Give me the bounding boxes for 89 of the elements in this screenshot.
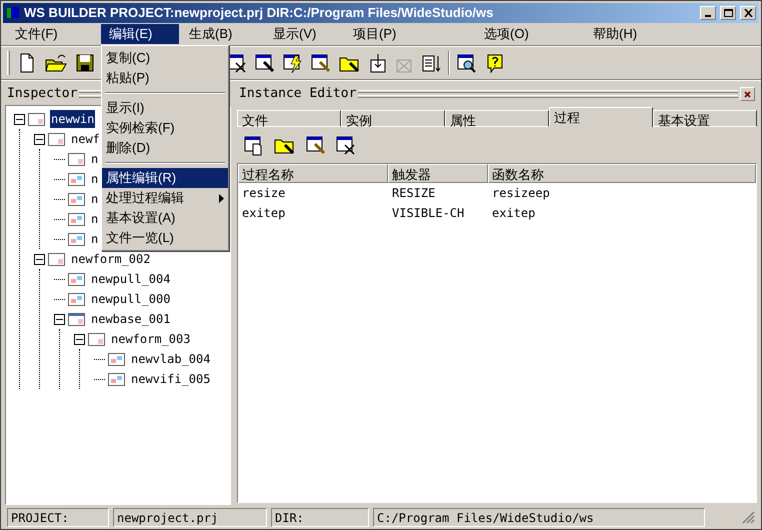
window-title: WS BUILDER PROJECT:newproject.prj DIR:C:/Program Files/WideStudio/ws <box>24 4 494 22</box>
menu-item[interactable]: 帮助(H) <box>585 24 646 44</box>
tree-item[interactable]: newf <box>70 130 101 148</box>
window-edit-icon[interactable] <box>305 134 327 156</box>
form-icon <box>68 152 85 166</box>
status-field: PROJECT: <box>7 508 109 526</box>
expander-icon[interactable] <box>54 314 65 324</box>
widget-icon <box>108 352 125 366</box>
widget-icon <box>108 372 125 386</box>
expander-icon[interactable] <box>34 254 45 264</box>
menu-entry[interactable]: 粘贴(P) <box>102 68 228 88</box>
status-field: DIR: <box>271 508 369 526</box>
widget-icon <box>68 212 85 226</box>
download-icon[interactable] <box>368 52 388 74</box>
menu-entry[interactable]: 删除(D) <box>102 138 228 158</box>
tab[interactable]: 基本设置 <box>653 110 757 127</box>
menu-entry[interactable]: 处理过程编辑 <box>102 188 228 208</box>
tab[interactable]: 文件 <box>237 110 341 127</box>
menu-entry[interactable]: 显示(I) <box>102 98 228 118</box>
menu-item[interactable]: 显示(V) <box>265 24 324 44</box>
table-cell-text: resizeep <box>491 185 551 202</box>
menu-entry[interactable]: 实例检索(F) <box>102 118 228 138</box>
panel-title: Instance Editor <box>239 85 356 104</box>
window-delete-icon[interactable] <box>335 134 357 156</box>
column-header[interactable]: 过程名称 <box>238 164 388 183</box>
column-header[interactable]: 触发器 <box>388 164 488 183</box>
widget-icon <box>68 272 85 286</box>
tree-item[interactable]: newwin <box>50 110 96 128</box>
tree-item[interactable]: newpull_004 <box>90 270 172 288</box>
tree-item[interactable]: newform_002 <box>70 250 152 268</box>
open-folder-icon[interactable] <box>44 52 68 74</box>
window-lightning-icon[interactable] <box>282 52 304 74</box>
widget-icon <box>68 292 85 306</box>
tree-item[interactable]: newform_003 <box>110 330 192 348</box>
menu-item[interactable]: 文件(F) <box>7 24 66 44</box>
form-icon <box>48 252 65 266</box>
close-icon <box>744 90 751 98</box>
maximize-icon <box>724 9 732 17</box>
tree-item[interactable]: newvifi_005 <box>130 370 212 388</box>
tree-item[interactable]: n <box>90 230 100 248</box>
close-button[interactable] <box>740 6 756 20</box>
window-search-icon[interactable] <box>456 52 478 74</box>
save-icon[interactable] <box>74 52 96 74</box>
menu-item[interactable]: 项目(P) <box>345 24 404 44</box>
panel-title: Inspector <box>7 85 78 104</box>
tree-item[interactable]: newpull_000 <box>90 290 172 308</box>
form-icon <box>68 312 85 326</box>
tree-item[interactable]: n <box>90 150 100 168</box>
widget-icon <box>68 232 85 246</box>
window-edit-icon[interactable] <box>310 52 332 74</box>
tab[interactable]: 属性 <box>445 110 549 127</box>
expander-icon[interactable] <box>14 114 25 124</box>
close-button[interactable] <box>740 87 755 101</box>
tab[interactable]: 过程 <box>549 107 653 127</box>
table-cell-text: VISIBLE-CH <box>391 205 466 222</box>
form-icon <box>48 132 65 146</box>
menu-entry[interactable]: 属性编辑(R) <box>102 168 228 188</box>
maximize-button[interactable] <box>720 6 736 20</box>
tree-item[interactable]: n <box>90 170 100 188</box>
status-field: newproject.prj <box>113 508 267 526</box>
widget-icon <box>68 192 85 206</box>
table-cell-text: exitep <box>241 205 286 222</box>
menu-item[interactable]: 选项(O) <box>476 24 537 44</box>
menu-entry[interactable]: 文件一览(L) <box>102 228 228 248</box>
tree-item[interactable]: n <box>90 210 100 228</box>
status-field: C:/Program Files/WideStudio/ws <box>373 508 705 526</box>
menu-entry[interactable]: 基本设置(A) <box>102 208 228 228</box>
table-cell-text: resize <box>241 185 286 202</box>
tab[interactable]: 实例 <box>341 110 445 127</box>
table-cell-text: RESIZE <box>391 185 436 202</box>
menu-item[interactable]: 生成(B) <box>181 24 240 44</box>
expander-icon[interactable] <box>74 334 85 344</box>
minimize-button[interactable] <box>700 6 716 20</box>
form-icon <box>28 112 45 126</box>
tree-item[interactable]: newbase_001 <box>90 310 172 328</box>
form-icon <box>88 332 105 346</box>
resize-grip-icon[interactable] <box>741 510 755 524</box>
expander-icon[interactable] <box>34 134 45 144</box>
widget-icon <box>68 172 85 186</box>
column-header[interactable]: 函数名称 <box>488 164 756 183</box>
app-icon <box>6 6 20 20</box>
submenu-arrow-icon <box>219 194 224 202</box>
window-edit-icon[interactable] <box>254 52 276 74</box>
tree-item[interactable]: newvlab_004 <box>130 350 212 368</box>
tree-item[interactable]: n <box>90 190 100 208</box>
table-cell-text: exitep <box>491 205 536 222</box>
menu-entry[interactable]: 复制(C) <box>102 48 228 68</box>
menu-item[interactable]: 编辑(E) <box>101 24 179 44</box>
close-icon <box>744 9 752 17</box>
